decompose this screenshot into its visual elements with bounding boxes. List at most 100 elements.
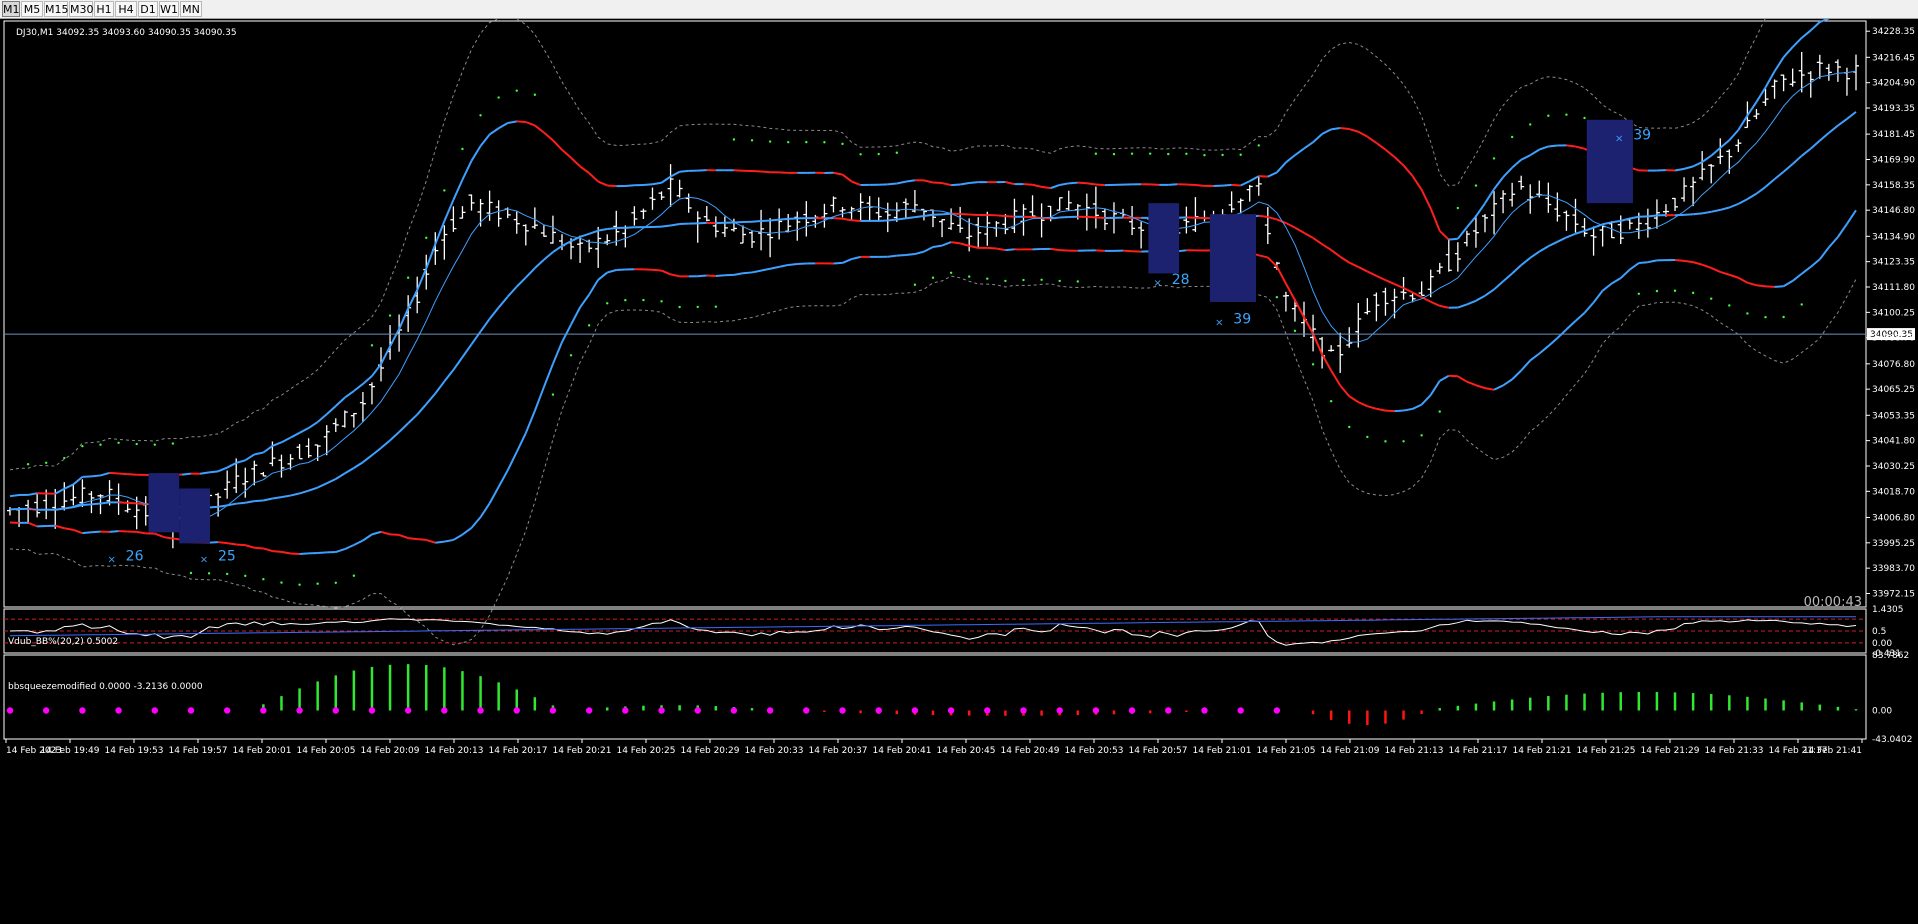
psar-dot: [1239, 153, 1242, 156]
middle-band-segment: [607, 227, 617, 230]
squeeze-dot: [187, 707, 195, 714]
lower-band-segment: [91, 530, 101, 534]
middle-band-segment: [272, 496, 282, 500]
middle-band-segment: [82, 503, 92, 507]
time-tick-label: 14 Feb 21:05: [1256, 746, 1315, 756]
middle-band-segment: [254, 499, 264, 503]
psar-dot: [497, 96, 500, 99]
lower-band-segment: [254, 546, 264, 550]
signal-box: [148, 473, 180, 533]
price-tick-label: 34111.80: [1872, 283, 1915, 293]
psar-dot: [533, 93, 537, 96]
price-tick-label: 34018.70: [1872, 487, 1915, 497]
lower-band-segment: [987, 246, 997, 250]
psar-dot: [425, 236, 428, 239]
lower-band-segment: [1394, 409, 1404, 413]
squeeze-dot: [79, 707, 86, 714]
psar-dot: [1275, 295, 1279, 299]
middle-band-segment: [236, 501, 246, 505]
time-tick-label: 14 Feb 20:33: [744, 746, 803, 756]
time-tick-label: 14 Feb 20:57: [1128, 746, 1187, 756]
psar-dot: [714, 305, 718, 308]
psar-dot: [1221, 153, 1224, 157]
bb-tick-label: 0.5: [1872, 627, 1886, 637]
price-tick-label: 34134.90: [1872, 232, 1915, 242]
squeeze-tick-label: -43.0402: [1872, 735, 1912, 745]
signal-label: 39: [1633, 127, 1651, 143]
psar-dot: [1438, 410, 1441, 413]
time-tick-label: 14 Feb 20:01: [232, 746, 291, 756]
time-tick-label: 14 Feb 21:01: [1192, 746, 1251, 756]
price-tick-label: 34204.90: [1872, 79, 1915, 89]
timeframe-button-h4[interactable]: H4: [115, 1, 137, 17]
time-tick-label: 14 Feb 19:49: [40, 746, 99, 756]
upper-band-segment: [1086, 182, 1097, 186]
lower-band-segment: [272, 550, 282, 553]
middle-band-segment: [851, 219, 861, 222]
time-tick-label: 14 Feb 20:37: [808, 746, 867, 756]
psar-dot: [26, 462, 30, 466]
squeeze-dot: [1165, 707, 1172, 714]
psar-dot: [153, 443, 156, 446]
middle-band-segment: [1095, 216, 1105, 220]
psar-dot: [1293, 329, 1297, 333]
timeframe-button-w1[interactable]: W1: [159, 1, 179, 17]
price-tick-label: 34193.35: [1872, 104, 1915, 114]
psar-dot: [1637, 292, 1641, 295]
psar-dot: [334, 581, 337, 584]
bb-panel-header: Vdub_BB%(20,2) 0.5002: [8, 637, 118, 647]
lower-band-segment: [1122, 249, 1133, 253]
squeeze-dot: [766, 707, 774, 714]
squeeze-dot: [803, 707, 810, 714]
middle-band-segment: [697, 221, 707, 225]
psar-dot: [569, 354, 573, 357]
lower-band-segment: [833, 261, 843, 265]
timeframe-button-mn[interactable]: MN: [180, 1, 202, 17]
timeframe-button-h1[interactable]: H1: [94, 1, 114, 17]
squeeze-dot: [1273, 707, 1281, 714]
timeframe-button-d1[interactable]: D1: [138, 1, 158, 17]
signal-x-marker: ×: [1154, 278, 1162, 289]
squeeze-dot: [984, 707, 991, 714]
timeframe-button-m30[interactable]: M30: [69, 1, 94, 17]
signal-box: [1209, 214, 1257, 302]
psar-dot: [1474, 184, 1478, 187]
psar-dot: [1040, 278, 1043, 281]
upper-band-segment: [969, 181, 979, 185]
psar-dot: [99, 443, 102, 446]
upper-band-segment: [643, 183, 653, 187]
middle-band-segment: [91, 502, 101, 506]
psar-dot: [986, 277, 989, 280]
upper-band-segment: [1222, 183, 1232, 187]
lower-band-segment: [317, 551, 327, 554]
psar-dot: [1710, 297, 1713, 300]
psar-dot: [931, 276, 935, 279]
lower-band-segment: [227, 542, 237, 546]
psar-dot: [696, 305, 699, 309]
upper-band-segment: [760, 170, 771, 174]
middle-band-segment: [996, 214, 1006, 218]
psar-dot: [1004, 279, 1007, 283]
psar-dot: [1076, 280, 1079, 283]
timeframe-button-m5[interactable]: M5: [21, 1, 43, 17]
psar-dot: [1022, 278, 1025, 282]
price-tick-label: 34158.35: [1872, 181, 1915, 191]
timeframe-button-m1[interactable]: M1: [2, 1, 20, 17]
price-tick-label: 34181.45: [1872, 130, 1915, 140]
psar-dot: [895, 151, 899, 154]
upper-band-segment: [625, 184, 635, 187]
time-tick-label: 14 Feb 21:13: [1384, 746, 1443, 756]
signal-label: 39: [1233, 312, 1251, 328]
lower-band-segment: [1385, 409, 1395, 413]
time-tick-label: 14 Feb 19:57: [168, 746, 227, 756]
psar-dot: [823, 141, 826, 144]
price-tick-label: 34076.80: [1872, 360, 1915, 370]
middle-band-segment: [208, 505, 219, 509]
timeframe-button-m15[interactable]: M15: [44, 1, 69, 17]
bb-tick-label: 0.00: [1872, 639, 1892, 649]
squeeze-tick-label: 83.7862: [1872, 651, 1909, 661]
time-tick-label: 14 Feb 21:09: [1320, 746, 1379, 756]
price-tick-label: 34146.80: [1872, 206, 1915, 216]
chart-window[interactable]: 34090.35× 26 × 25× 28× 39× 39 34228.3534216.45…: [0, 19, 1918, 924]
psar-dot: [1655, 289, 1659, 293]
